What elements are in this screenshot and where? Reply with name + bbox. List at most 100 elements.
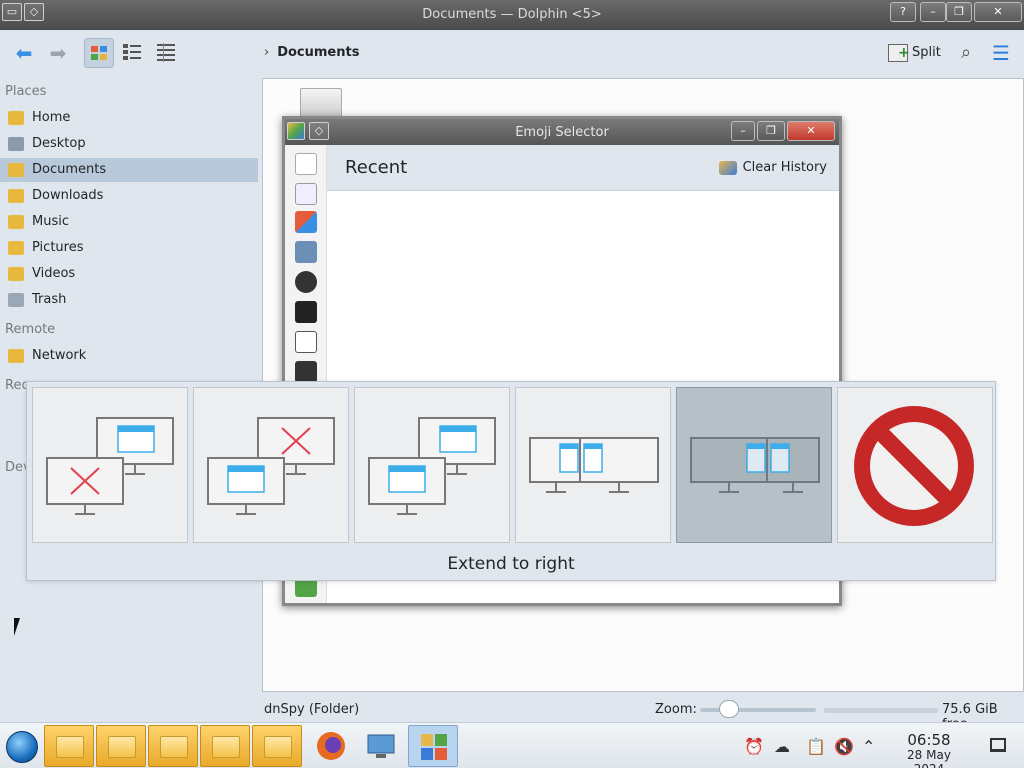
hamburger-menu-icon[interactable]: ☰ — [988, 38, 1014, 68]
zoom-label: Zoom: — [655, 702, 697, 717]
symbols-category-icon[interactable] — [295, 361, 317, 383]
animals-category-icon[interactable] — [295, 271, 317, 293]
switch-to-laptop-option[interactable] — [193, 387, 349, 543]
sidebar-item-music[interactable]: Music — [0, 210, 258, 234]
extend-right-option[interactable] — [515, 387, 671, 543]
close-button[interactable]: ✕ — [974, 2, 1022, 22]
sidebar-item-desktop[interactable]: Desktop — [0, 132, 258, 156]
breadcrumb-current: Documents — [277, 45, 360, 60]
zoom-slider-handle[interactable] — [719, 700, 740, 718]
external-only-icon — [46, 417, 174, 515]
task-folder-3[interactable] — [148, 725, 198, 767]
help-button[interactable]: ? — [890, 2, 916, 22]
sidebar-item-documents[interactable]: Documents — [0, 158, 258, 182]
status-bar: dnSpy (Folder) Zoom: 75.6 GiB free — [0, 698, 1024, 732]
task-folder-2[interactable] — [96, 725, 146, 767]
display-mode-label: Extend to right — [447, 554, 575, 574]
folder-icon — [108, 736, 136, 758]
emoji-close-button[interactable]: ✕ — [787, 121, 835, 141]
trash-icon — [8, 293, 24, 307]
firefox-icon — [317, 732, 345, 760]
taskbar: ⏰ ☁ 📋 🔇 ⌃ 06:58 28 May 2024 — [0, 722, 1024, 768]
emoji-selector-icon — [421, 734, 447, 760]
task-folder-1[interactable] — [44, 725, 94, 767]
folder-icon — [160, 736, 188, 758]
places-header: Places — [5, 84, 47, 99]
compact-view-icon — [123, 44, 141, 60]
remote-header: Remote — [5, 322, 56, 337]
search-icon[interactable]: ⌕ — [954, 38, 978, 68]
breadcrumb[interactable]: › Documents — [264, 45, 359, 60]
sidebar-item-label: Downloads — [32, 188, 104, 203]
food-category-icon[interactable] — [295, 331, 317, 353]
clipboard-icon[interactable]: 📋 — [806, 737, 826, 756]
people-category-icon[interactable] — [295, 241, 317, 263]
emoji-selector-titlebar: ◇ Emoji Selector – ❐ ✕ — [285, 119, 839, 145]
split-label: Split — [912, 45, 941, 60]
notifications-icon[interactable]: ⏰ — [744, 737, 764, 756]
activities-category-icon[interactable] — [295, 301, 317, 323]
minimize-button[interactable]: – — [920, 2, 946, 22]
mouse-cursor-icon — [14, 618, 26, 636]
free-space-bar — [824, 708, 938, 713]
back-arrow-icon[interactable]: ⬅ — [10, 38, 38, 68]
task-firefox[interactable] — [306, 725, 356, 767]
search-category-icon[interactable] — [295, 183, 317, 205]
monitor-app-icon — [367, 734, 395, 758]
split-view-icon — [888, 42, 910, 64]
maximize-button[interactable]: ❐ — [946, 2, 972, 22]
recent-category-icon[interactable] — [295, 153, 317, 175]
sidebar-item-downloads[interactable]: Downloads — [0, 184, 258, 208]
details-view-icon — [157, 43, 175, 62]
clipboard-status-icon[interactable]: ☁ — [774, 737, 790, 756]
icons-view-button[interactable] — [84, 38, 114, 68]
zoom-slider[interactable] — [700, 708, 816, 712]
home-folder-icon — [8, 111, 24, 125]
compact-view-button[interactable] — [118, 38, 148, 68]
sidebar-item-label: Trash — [32, 292, 67, 307]
sidebar-item-videos[interactable]: Videos — [0, 262, 258, 286]
task-folder-5[interactable] — [252, 725, 302, 767]
clear-history-label: Clear History — [742, 160, 827, 175]
emoji-minimize-button[interactable]: – — [731, 121, 755, 141]
downloads-folder-icon — [8, 189, 24, 203]
emoji-maximize-button[interactable]: ❐ — [757, 121, 785, 141]
duplicate-option[interactable] — [676, 387, 832, 543]
clock-date: 28 May 2024 — [907, 748, 951, 768]
duplicate-display-icon — [690, 437, 820, 493]
forward-arrow-icon[interactable]: ➡ — [44, 38, 72, 68]
sidebar-item-label: Pictures — [32, 240, 84, 255]
desktop-icon — [8, 137, 24, 151]
task-folder-4[interactable] — [200, 725, 250, 767]
emoji-window-title: Emoji Selector — [515, 125, 609, 140]
status-text: dnSpy (Folder) — [264, 702, 360, 717]
sidebar-item-label: Network — [32, 348, 87, 363]
sidebar-item-network[interactable]: Network — [0, 344, 258, 368]
details-view-button[interactable] — [152, 38, 182, 68]
no-action-option[interactable] — [837, 387, 993, 543]
volume-muted-icon[interactable]: 🔇 — [834, 737, 854, 756]
all-emoji-category-icon[interactable] — [295, 211, 317, 233]
dolphin-titlebar: ▭ ◇ Documents — Dolphin <5> ? – ❐ ✕ — [0, 0, 1024, 30]
switch-to-external-option[interactable] — [32, 387, 188, 543]
sidebar-item-trash[interactable]: Trash — [0, 288, 258, 312]
sidebar-item-label: Desktop — [32, 136, 86, 151]
sidebar-item-label: Documents — [32, 162, 107, 177]
folder-icon — [56, 736, 84, 758]
dolphin-toolbar: ⬅ ➡ › Documents Split ⌕ ☰ — [0, 30, 1024, 78]
music-folder-icon — [8, 215, 24, 229]
show-desktop-icon[interactable] — [990, 738, 1006, 752]
clear-history-button[interactable]: Clear History — [718, 160, 827, 175]
extend-left-option[interactable] — [354, 387, 510, 543]
start-menu-button[interactable] — [6, 731, 38, 763]
sidebar-item-label: Home — [32, 110, 71, 125]
task-emoji-selector[interactable] — [408, 725, 458, 767]
task-monitor-app[interactable] — [356, 725, 406, 767]
tray-expand-chevron-icon[interactable]: ⌃ — [862, 737, 875, 756]
split-button[interactable]: Split — [888, 42, 941, 66]
sidebar-item-pictures[interactable]: Pictures — [0, 236, 258, 260]
no-entry-icon — [854, 406, 974, 526]
clock[interactable]: 06:58 28 May 2024 — [890, 732, 968, 768]
sidebar-item-home[interactable]: Home — [0, 106, 258, 130]
sidebar-item-label: Music — [32, 214, 69, 229]
